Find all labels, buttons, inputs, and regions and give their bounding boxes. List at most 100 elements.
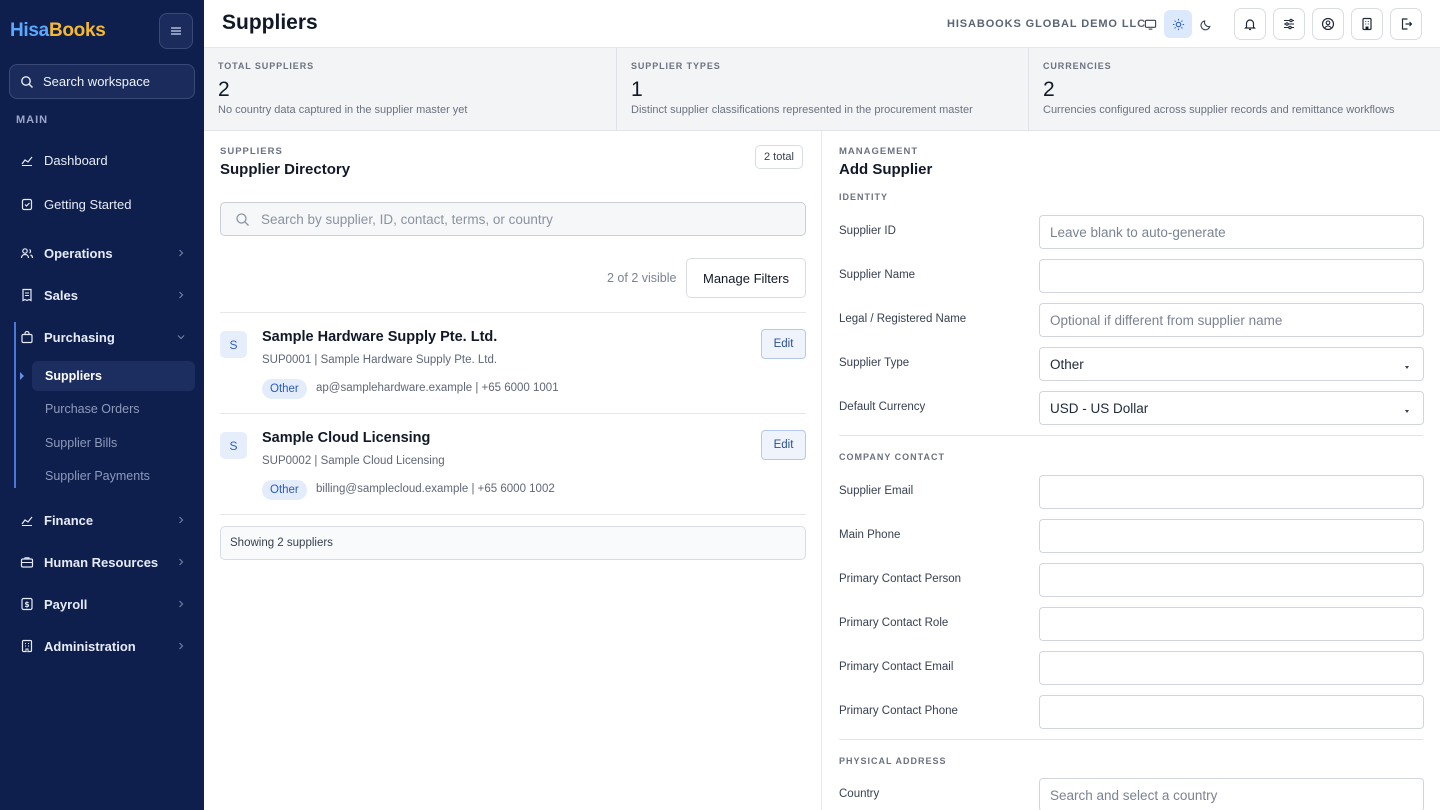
sidebar-item-getting-started[interactable]: Getting Started — [16, 188, 196, 220]
theme-system-button[interactable] — [1136, 10, 1164, 38]
sidebar-subitem-supplier-bills[interactable]: Supplier Bills — [32, 428, 195, 458]
sidebar-item-operations[interactable]: Operations — [16, 237, 196, 269]
sidebar-item-finance[interactable]: Finance — [16, 504, 196, 536]
manage-filters-button[interactable]: Manage Filters — [686, 258, 806, 298]
contact-role-field[interactable] — [1039, 607, 1424, 641]
money-icon: $ — [21, 597, 33, 611]
default-currency-select[interactable]: USD - US Dollar — [1039, 391, 1424, 425]
shopping-bag-icon — [21, 330, 33, 344]
supplier-name: Sample Cloud Licensing — [262, 430, 431, 446]
stat-description: Currencies configured across supplier re… — [1043, 104, 1395, 116]
stat-currencies: CURRENCIES 2 Currencies configured acros… — [1028, 48, 1440, 131]
top-bar: Suppliers HISABOOKS GLOBAL DEMO LLC — [204, 0, 1440, 48]
theme-dark-button[interactable] — [1192, 10, 1220, 38]
logout-button[interactable] — [1390, 8, 1422, 40]
form-title: Add Supplier — [839, 161, 933, 178]
sidebar-item-label: Administration — [44, 638, 136, 654]
showing-count: Showing 2 suppliers — [220, 526, 806, 560]
stat-label: TOTAL SUPPLIERS — [218, 61, 315, 71]
chevron-right-icon — [179, 600, 184, 608]
edit-button[interactable]: Edit — [761, 329, 806, 359]
theme-switcher — [1136, 10, 1220, 38]
sidebar-item-dashboard[interactable]: Dashboard — [16, 144, 196, 176]
country-field[interactable]: Search and select a country — [1039, 778, 1424, 810]
users-icon — [20, 248, 34, 259]
supplier-row[interactable]: S Sample Cloud Licensing SUP0002 | Sampl… — [220, 414, 806, 515]
contact-person-label: Primary Contact Person — [839, 573, 962, 585]
supplier-row[interactable]: S Sample Hardware Supply Pte. Ltd. SUP00… — [220, 313, 806, 414]
field-value: Other — [1050, 356, 1084, 372]
main-phone-field[interactable] — [1039, 519, 1424, 553]
user-circle-icon — [1321, 17, 1335, 31]
workspace-search[interactable]: Search workspace — [9, 64, 195, 99]
supplier-avatar: S — [220, 432, 247, 459]
brand-logo[interactable]: HisaBooks — [10, 20, 106, 42]
total-badge: 2 total — [755, 145, 803, 169]
supplier-email-label: Supplier Email — [839, 485, 914, 497]
contact-phone-field[interactable] — [1039, 695, 1424, 729]
chevron-right-icon — [179, 291, 184, 299]
stat-value: 2 — [218, 78, 230, 101]
sidebar-subitem-supplier-payments[interactable]: Supplier Payments — [32, 461, 195, 491]
chevron-down-icon — [177, 335, 185, 340]
profile-button[interactable] — [1312, 8, 1344, 40]
brand-logo-part1: Hisa — [10, 20, 49, 41]
sidebar-subitem-suppliers[interactable]: Suppliers — [32, 361, 195, 391]
sidebar-item-human-resources[interactable]: Human Resources — [16, 546, 196, 578]
directory-title: Supplier Directory — [220, 161, 351, 178]
sidebar-item-label: Getting Started — [44, 196, 132, 212]
stat-description: Distinct supplier classifications repres… — [631, 104, 973, 116]
supplier-type-tag: Other — [262, 379, 307, 399]
field-placeholder: Optional if different from supplier name — [1050, 312, 1283, 328]
chevron-right-icon — [179, 516, 184, 524]
sliders-icon — [1284, 18, 1294, 30]
search-icon — [21, 75, 33, 88]
supplier-type-select[interactable]: Other — [1039, 347, 1424, 381]
contact-email-field[interactable] — [1039, 651, 1424, 685]
sidebar-item-label: Sales — [44, 287, 78, 303]
field-placeholder: Search and select a country — [1050, 787, 1218, 803]
menu-icon — [171, 27, 181, 35]
add-supplier-panel: MANAGEMENT Add Supplier IDENTITY Supplie… — [823, 131, 1440, 810]
supplier-contact: billing@samplecloud.example | +65 6000 1… — [316, 483, 555, 495]
receipt-icon — [22, 288, 32, 302]
chevron-right-icon — [179, 642, 184, 650]
logout-icon — [1401, 18, 1413, 30]
contact-group-label: COMPANY CONTACT — [839, 452, 945, 462]
legal-name-field[interactable]: Optional if different from supplier name — [1039, 303, 1424, 337]
notifications-button[interactable] — [1234, 8, 1266, 40]
caret-down-icon — [1405, 410, 1409, 413]
country-label: Country — [839, 788, 880, 800]
theme-light-button[interactable] — [1164, 10, 1192, 38]
sidebar-section-label: MAIN — [16, 114, 49, 126]
supplier-search-input[interactable]: Search by supplier, ID, contact, terms, … — [220, 202, 806, 236]
sidebar-item-sales[interactable]: Sales — [16, 279, 196, 311]
sidebar-item-label: Operations — [44, 245, 113, 261]
supplier-email-field[interactable] — [1039, 475, 1424, 509]
edit-button[interactable]: Edit — [761, 430, 806, 460]
supplier-id-field[interactable]: Leave blank to auto-generate — [1039, 215, 1424, 249]
settings-button[interactable] — [1273, 8, 1305, 40]
contact-email-label: Primary Contact Email — [839, 661, 954, 673]
sidebar-item-payroll[interactable]: $ Payroll — [16, 588, 196, 620]
contact-role-label: Primary Contact Role — [839, 617, 949, 629]
stat-description: No country data captured in the supplier… — [218, 104, 468, 116]
supplier-id-label: Supplier ID — [839, 225, 896, 237]
sidebar-collapse-button[interactable] — [159, 13, 193, 49]
section-divider — [839, 739, 1423, 740]
monitor-icon — [1144, 19, 1156, 30]
supplier-name: Sample Hardware Supply Pte. Ltd. — [262, 329, 498, 345]
company-switch-button[interactable] — [1351, 8, 1383, 40]
brand-logo-part2: Books — [48, 20, 106, 41]
identity-group-label: IDENTITY — [839, 192, 889, 202]
sidebar-item-administration[interactable]: Administration — [16, 630, 196, 662]
sidebar-subitem-purchase-orders[interactable]: Purchase Orders — [32, 394, 195, 424]
supplier-directory-panel: SUPPLIERS Supplier Directory 2 total Sea… — [204, 131, 822, 810]
contact-person-field[interactable] — [1039, 563, 1424, 597]
supplier-name-field[interactable] — [1039, 259, 1424, 293]
company-name: HISABOOKS GLOBAL DEMO LLC — [947, 18, 1146, 30]
section-label: SUPPLIERS — [220, 146, 283, 157]
sidebar-item-purchasing[interactable]: Purchasing — [16, 321, 196, 353]
active-submenu-marker — [20, 372, 24, 380]
chart-icon — [21, 156, 33, 166]
